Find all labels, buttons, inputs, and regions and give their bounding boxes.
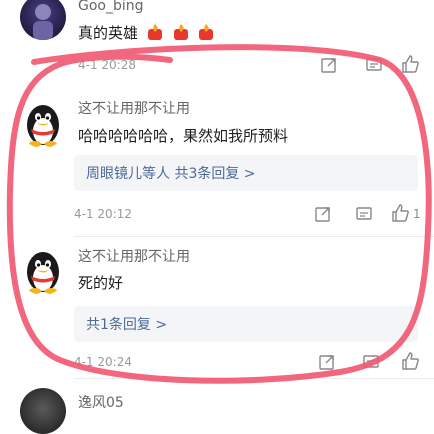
avatar[interactable]: [20, 0, 66, 40]
share-icon[interactable]: [314, 205, 332, 223]
like-count: 1: [413, 207, 421, 221]
reply-summary-link[interactable]: 共1条回复 >: [74, 306, 418, 342]
comment-timestamp: 4-1 20:28: [78, 58, 136, 72]
penguin-avatar-icon: [27, 252, 59, 294]
avatar[interactable]: [18, 98, 68, 148]
comment-text: 死的好: [78, 274, 124, 292]
comment-username[interactable]: Goo_bing: [78, 0, 144, 14]
comment-text: 真的英雄: [78, 22, 215, 43]
divider: [74, 236, 434, 237]
divider: [74, 378, 434, 379]
comment-icon[interactable]: [355, 205, 373, 223]
comment-icon[interactable]: [365, 56, 383, 74]
comment-username[interactable]: 逸风05: [78, 392, 124, 412]
thumbs-up-icon[interactable]: [390, 203, 410, 223]
avatar[interactable]: [20, 388, 66, 434]
thumbs-up-icon[interactable]: [400, 54, 420, 74]
reply-summary-text: 共1条回复 >: [86, 317, 168, 333]
thumbs-up-icon[interactable]: [400, 351, 420, 371]
comment-timestamp: 4-1 20:24: [74, 355, 132, 369]
comment-username[interactable]: 这不让用那不让用: [78, 246, 190, 266]
reply-summary-text: 周眼镜儿等人 共3条回复 >: [86, 166, 256, 182]
share-icon[interactable]: [320, 56, 338, 74]
comment-text: 哈哈哈哈哈哈，果然如我所预料: [78, 127, 289, 145]
comment-timestamp: 4-1 20:12: [74, 207, 132, 221]
fire-emoji: [199, 24, 214, 40]
share-icon[interactable]: [318, 353, 336, 371]
fire-emoji: [173, 24, 188, 40]
penguin-avatar-icon: [27, 105, 59, 147]
avatar[interactable]: [18, 245, 68, 295]
comment-username[interactable]: 这不让用那不让用: [78, 98, 190, 118]
comment-text-body: 真的英雄: [78, 24, 139, 42]
reply-summary-link[interactable]: 周眼镜儿等人 共3条回复 >: [74, 155, 418, 191]
fire-emoji: [147, 24, 162, 40]
avatar-figure-icon: [33, 4, 53, 40]
comment-icon[interactable]: [362, 353, 380, 371]
